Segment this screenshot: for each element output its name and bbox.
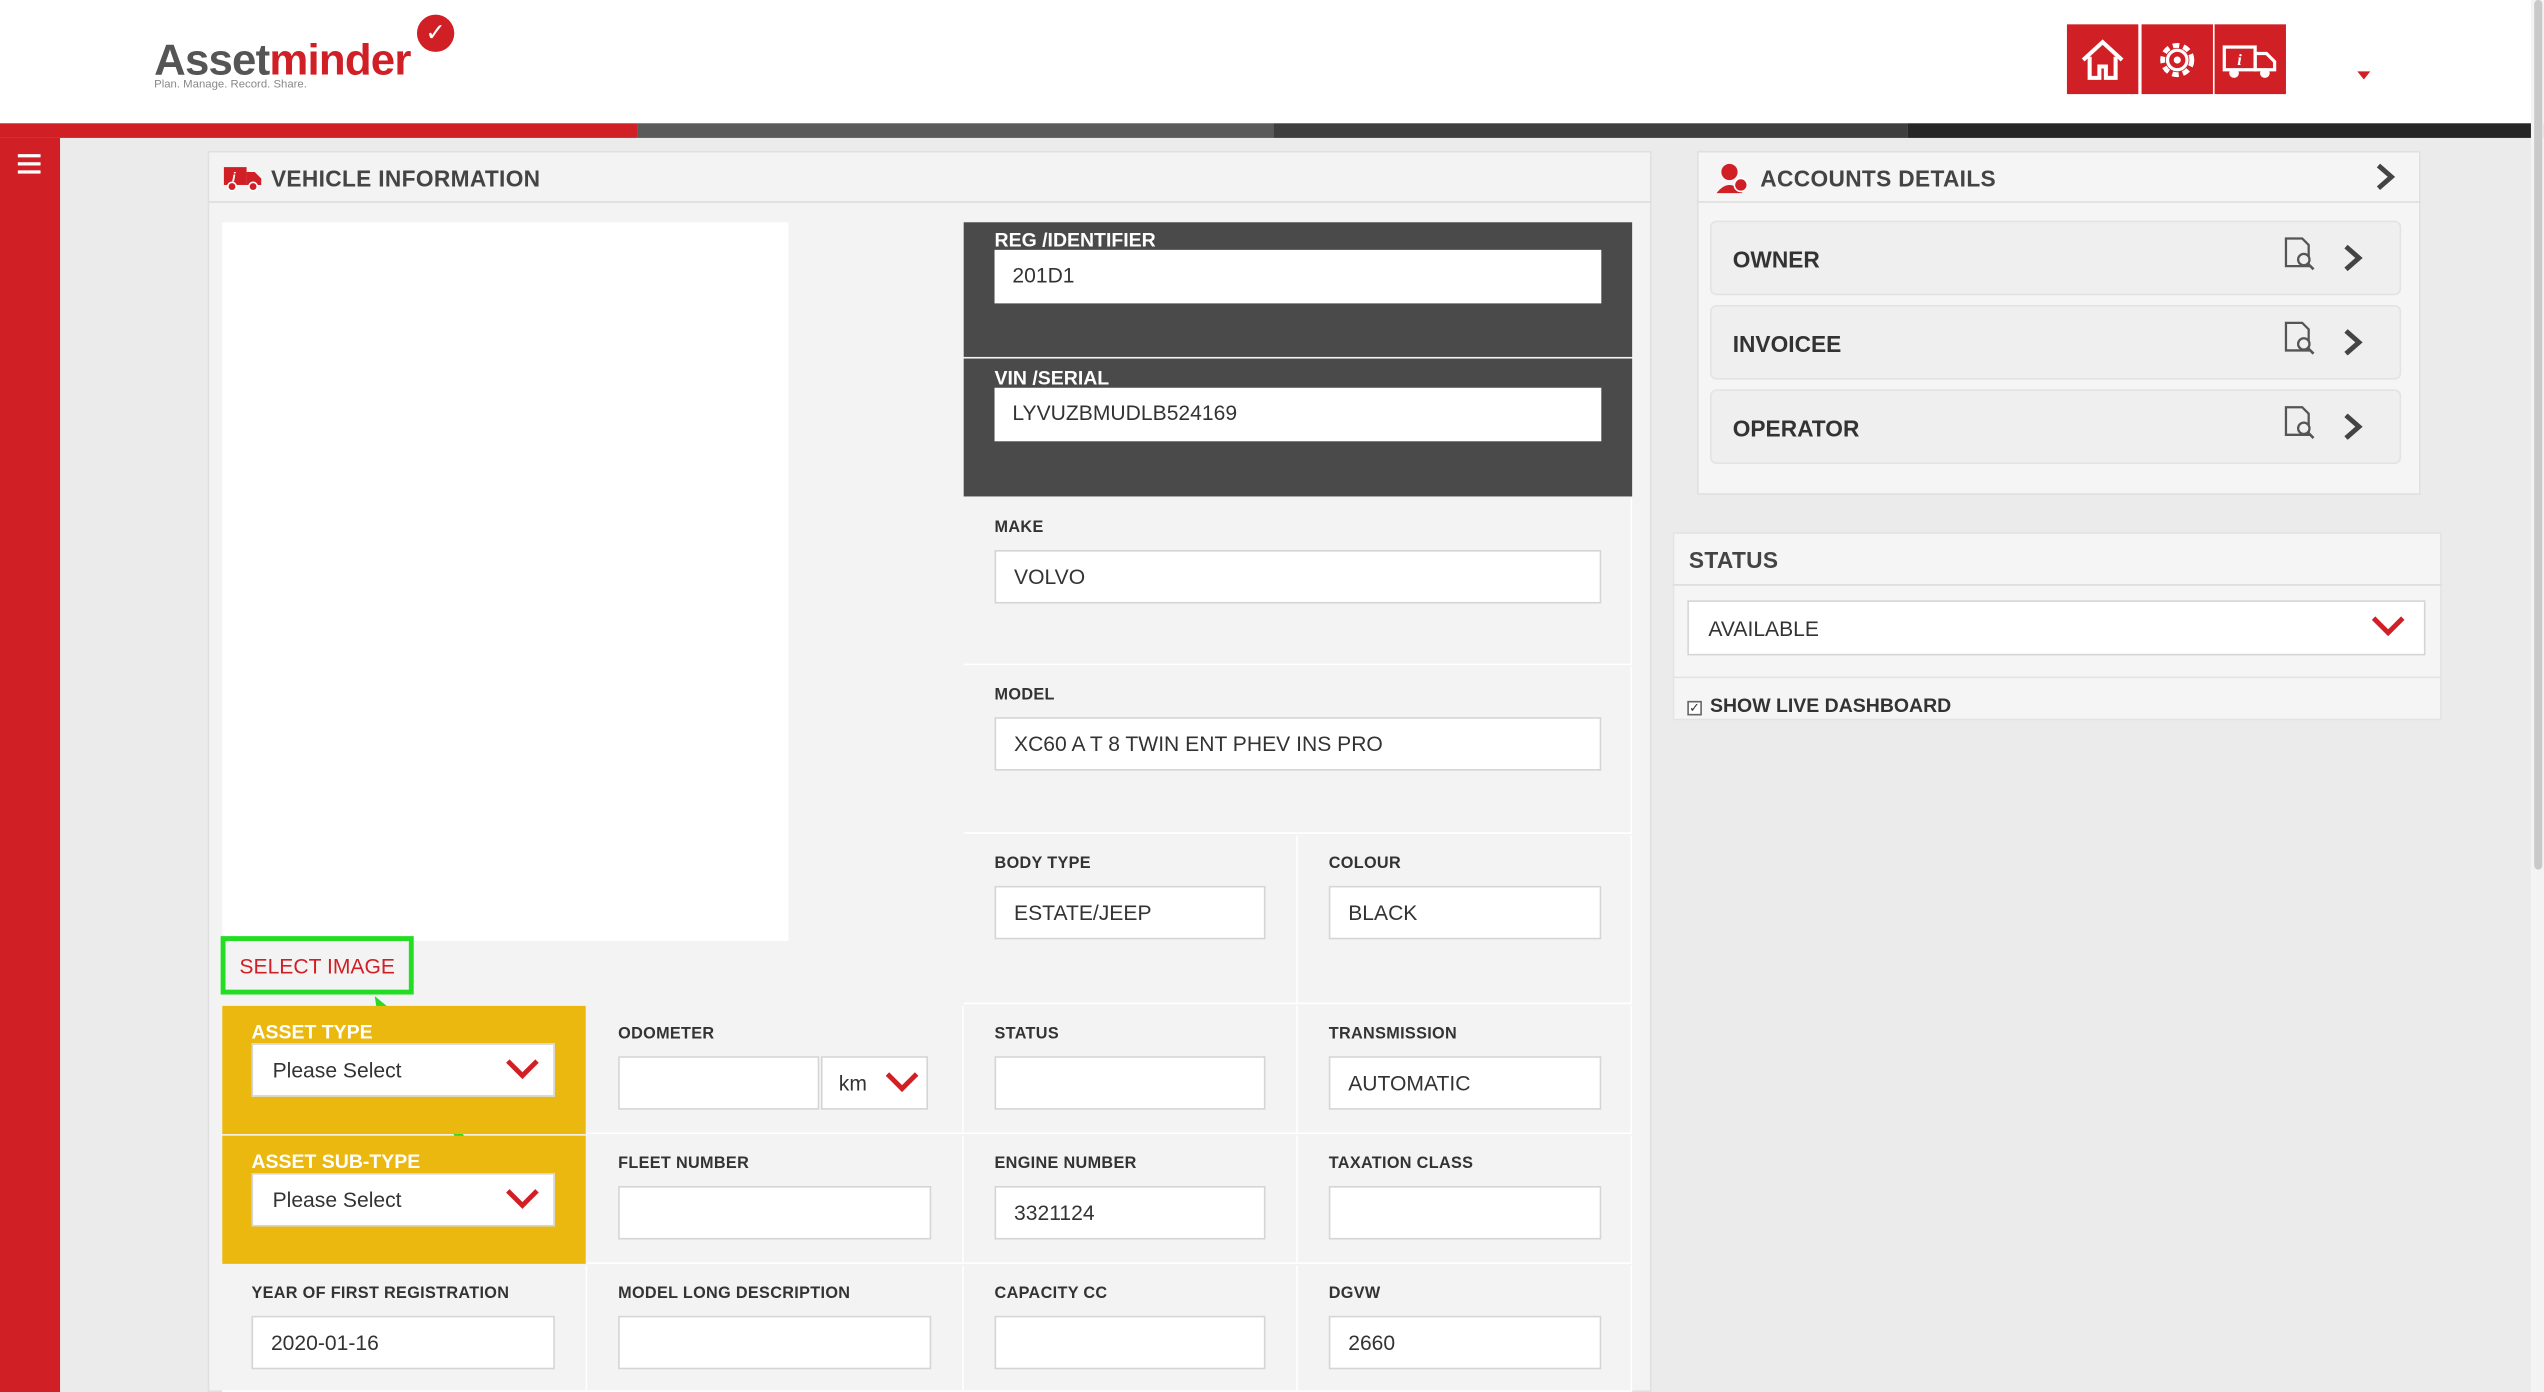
odometer-unit-value: km [838,1070,867,1096]
chevron-right-icon[interactable] [2341,413,2364,440]
vehicle-info-title: VEHICLE INFORMATION [270,165,541,192]
model-label: MODEL [994,686,1055,705]
asset-subtype-select-value: Please Select [272,1187,402,1212]
home-button[interactable] [2066,24,2139,95]
truck-info-icon: i [2222,44,2277,78]
status-input[interactable] [994,1056,1266,1110]
header-stripe [637,123,1274,138]
engine-number-input[interactable]: 3321124 [994,1185,1266,1240]
reg-input[interactable]: 201D1 [994,249,1602,304]
reg-label: REG /IDENTIFIER [994,228,1156,252]
engine-number-label: ENGINE NUMBER [994,1155,1137,1173]
odometer-unit-select[interactable]: km [820,1056,929,1110]
status-divider [1672,676,2442,679]
vehicle-image-placeholder [222,222,789,941]
page-scrollbar-thumb[interactable] [2534,0,2543,870]
svg-text:i: i [232,170,236,185]
year-registration-input[interactable]: 2020-01-16 [251,1315,555,1370]
taxation-class-input[interactable] [1328,1185,1602,1240]
status-panel-title: STATUS [1688,546,1779,573]
body-type-label: BODY TYPE [994,855,1091,873]
odometer-label: ODOMETER [618,1025,715,1044]
status-select-value: AVAILABLE [1708,616,1819,641]
dgvw-label: DGVW [1328,1284,1381,1303]
accounts-divider [1697,201,2421,203]
account-user-icon [1715,162,1751,203]
chevron-right-icon[interactable] [2341,244,2364,271]
colour-input[interactable]: BLACK [1328,885,1602,940]
body-type-input[interactable]: ESTATE/JEEP [994,885,1266,940]
vin-input[interactable]: LYVUZBMUDLB524169 [994,387,1602,442]
asset-type-select-value: Please Select [272,1057,402,1083]
assetminder-logo[interactable]: Assetminder [154,36,411,86]
account-row-label: OWNER [1732,246,1820,273]
colour-label: COLOUR [1328,855,1401,873]
status-label: STATUS [994,1025,1059,1044]
home-icon [2081,38,2124,80]
chevron-down-icon [885,1072,919,1093]
user-dropdown-icon[interactable] [2357,71,2371,80]
asset-subtype-label: ASSET SUB-TYPE [251,1150,421,1173]
chevron-down-icon [506,1059,539,1080]
title-divider [207,201,1652,203]
gear-icon [2160,42,2195,77]
dgvw-input[interactable]: 2660 [1328,1315,1602,1370]
asset-type-select[interactable]: Please Select [251,1043,555,1097]
transmission-label: TRANSMISSION [1328,1025,1458,1044]
header-stripe [1273,123,1908,138]
logo-tagline: Plan. Manage. Record. Share. [154,79,307,91]
settings-button[interactable] [2141,24,2213,95]
chevron-down-icon [2371,616,2405,637]
capacity-label: CAPACITY CC [994,1284,1108,1303]
fleet-number-label: FLEET NUMBER [618,1155,750,1173]
model-input[interactable]: XC60 A T 8 TWIN ENT PHEV INS PRO [994,717,1602,771]
header-stripe [0,123,638,138]
model-long-label: MODEL LONG DESCRIPTION [618,1284,851,1303]
accounts-title: ACCOUNTS DETAILS [1760,165,1997,192]
capacity-input[interactable] [994,1315,1266,1370]
select-image-button[interactable]: SELECT IMAGE [220,936,414,995]
vin-label: VIN /SERIAL [994,366,1110,390]
menu-icon[interactable] [17,154,41,178]
document-search-icon[interactable] [2283,406,2319,442]
taxation-class-label: TAXATION CLASS [1328,1155,1474,1173]
account-row-label: OPERATOR [1732,415,1860,442]
chevron-right-icon[interactable] [2341,329,2364,356]
vehicle-info-button[interactable]: i [2214,24,2286,95]
year-registration-label: YEAR OF FIRST REGISTRATION [251,1284,510,1303]
live-dashboard-label: SHOW LIVE DASHBOARD [1710,694,1952,718]
make-input[interactable]: VOLVO [994,549,1602,604]
model-long-input[interactable] [618,1315,932,1370]
transmission-input[interactable]: AUTOMATIC [1328,1056,1602,1110]
fleet-number-input[interactable] [618,1185,932,1240]
truck-icon: i [222,162,264,201]
live-dashboard-checkbox[interactable]: ✓ [1687,700,1702,716]
svg-text:i: i [2237,50,2242,68]
header-stripe [1907,123,2544,138]
account-row-label: INVOICEE [1732,330,1842,357]
document-search-icon[interactable] [2283,321,2319,357]
odometer-input[interactable] [618,1056,820,1110]
status-divider [1672,584,2442,586]
sidebar [0,137,61,1392]
status-select[interactable]: AVAILABLE [1687,600,2426,656]
asset-type-label: ASSET TYPE [251,1020,373,1044]
chevron-down-icon [506,1189,539,1209]
make-label: MAKE [994,519,1044,538]
accounts-expand-icon[interactable] [2374,163,2397,190]
logo-check-icon: ✓ [416,14,455,52]
asset-subtype-select[interactable]: Please Select [251,1172,555,1227]
document-search-icon[interactable] [2283,237,2319,273]
